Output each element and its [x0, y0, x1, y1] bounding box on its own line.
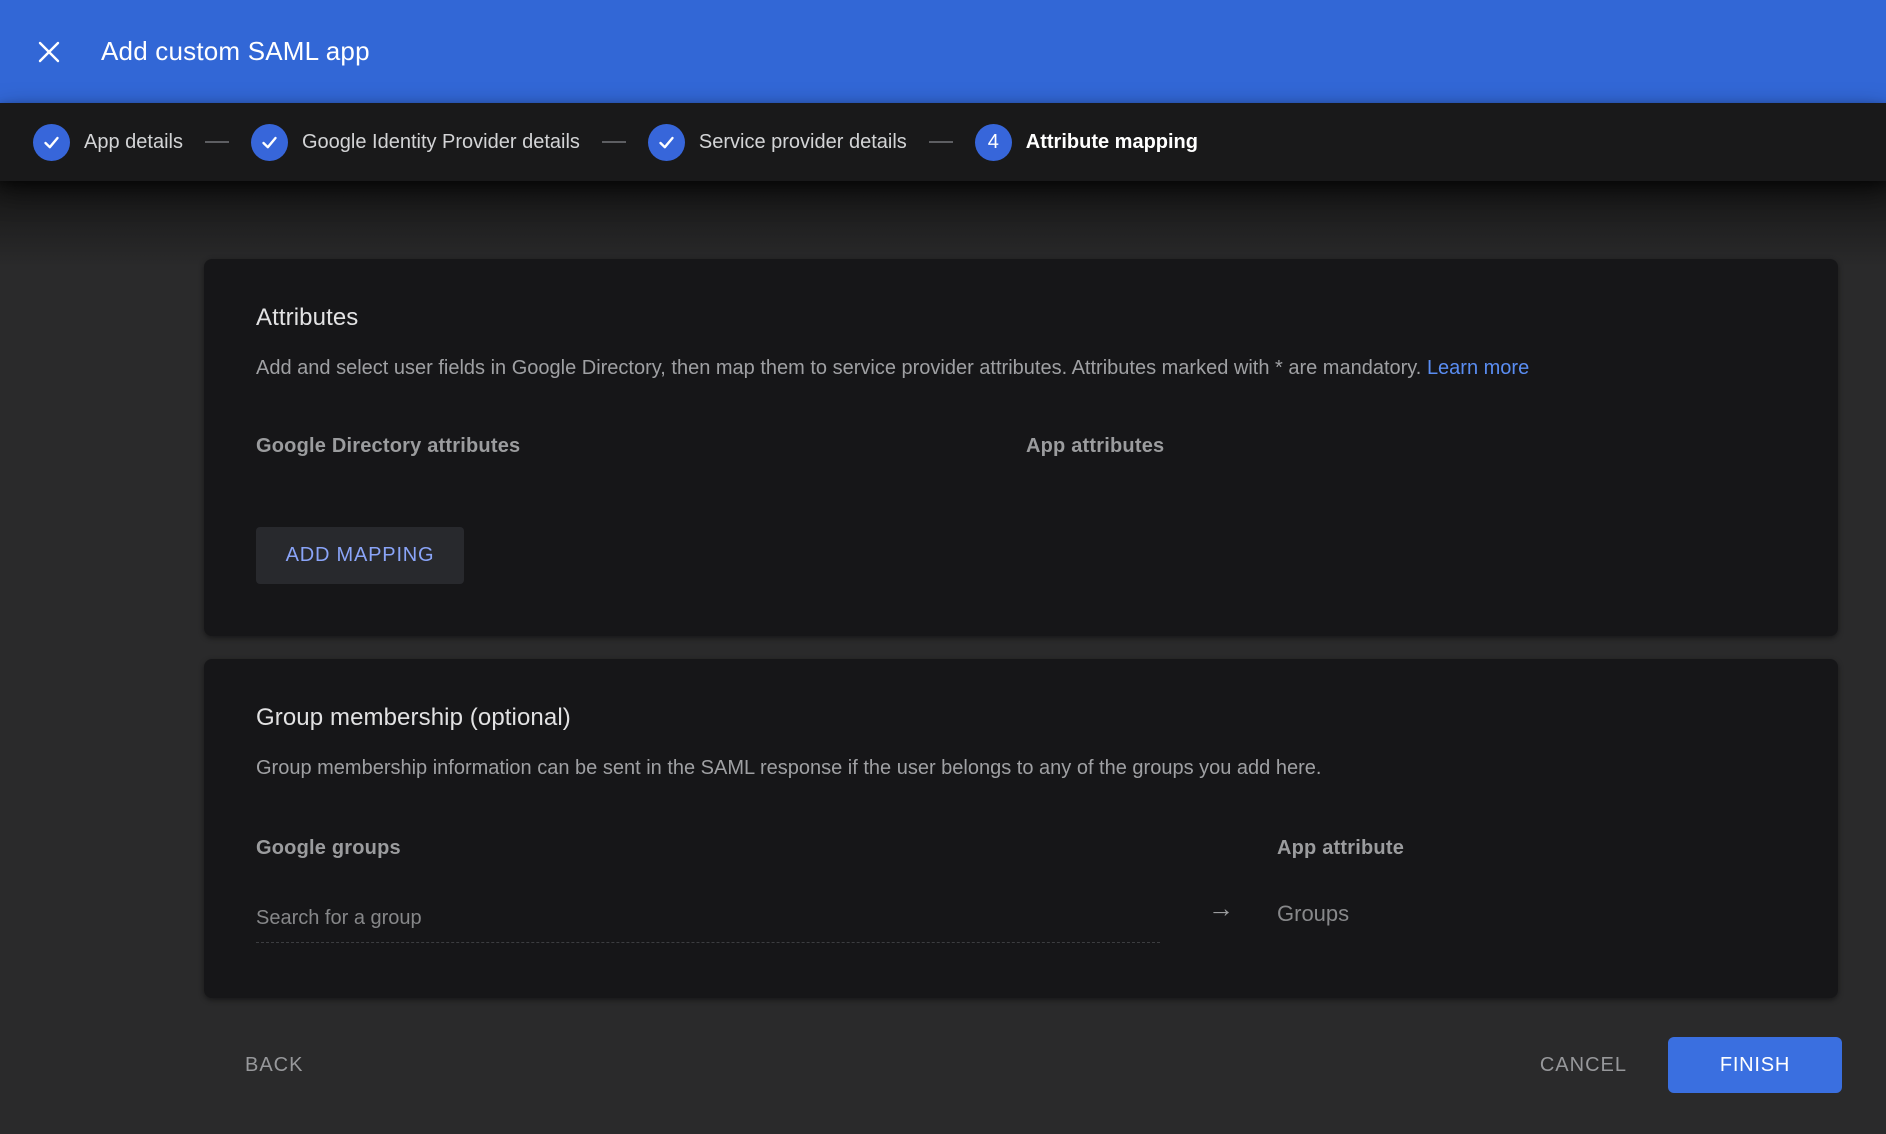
cancel-button[interactable]: CANCEL	[1540, 1054, 1627, 1077]
stepper-step-service-provider-details[interactable]: Service provider details	[648, 124, 907, 161]
app-attribute-input[interactable]	[1277, 901, 1577, 927]
step-label: Service provider details	[699, 131, 907, 154]
attributes-description-text: Add and select user fields in Google Dir…	[256, 357, 1421, 379]
close-icon[interactable]	[36, 39, 62, 65]
wizard-footer: BACK CANCEL FINISH	[0, 1037, 1886, 1093]
attributes-card: Attributes Add and select user fields in…	[204, 259, 1838, 636]
stepper-step-google-idp-details[interactable]: Google Identity Provider details	[251, 124, 580, 161]
back-button[interactable]: BACK	[245, 1054, 303, 1077]
step-number: 4	[988, 131, 999, 154]
step-connector	[602, 141, 626, 143]
group-card-description: Group membership information can be sent…	[256, 755, 1786, 781]
stepper-step-app-details[interactable]: App details	[33, 124, 183, 161]
attributes-column-headers: Google Directory attributes App attribut…	[256, 433, 1786, 459]
step-label: App details	[84, 131, 183, 154]
group-search-input[interactable]	[256, 895, 1160, 943]
step-connector	[205, 141, 229, 143]
step-connector	[929, 141, 953, 143]
titlebar: Add custom SAML app	[0, 0, 1886, 103]
group-membership-card: Group membership (optional) Group member…	[204, 659, 1838, 998]
mapping-arrow-icon: →	[1208, 895, 1234, 921]
step-completed-check-icon	[648, 124, 685, 161]
app-attributes-header: App attributes	[1026, 433, 1164, 459]
step-completed-check-icon	[251, 124, 288, 161]
google-groups-header: Google groups	[256, 837, 401, 859]
learn-more-link[interactable]: Learn more	[1427, 357, 1529, 379]
google-directory-attributes-header: Google Directory attributes	[256, 435, 520, 457]
group-card-title: Group membership (optional)	[256, 704, 1786, 732]
wizard-stepper: App details Google Identity Provider det…	[0, 103, 1886, 181]
add-mapping-button[interactable]: ADD MAPPING	[256, 527, 464, 584]
step-label: Attribute mapping	[1026, 131, 1198, 154]
group-column-headers: Google groups App attribute	[256, 835, 1786, 861]
group-mapping-row: →	[256, 895, 1786, 944]
step-completed-check-icon	[33, 124, 70, 161]
app-attribute-header: App attribute	[1277, 835, 1404, 861]
dialog-title: Add custom SAML app	[101, 36, 370, 67]
wizard-content: Attributes Add and select user fields in…	[0, 181, 1886, 1134]
attributes-card-title: Attributes	[256, 304, 1786, 332]
stepper-step-attribute-mapping[interactable]: 4 Attribute mapping	[975, 124, 1198, 161]
finish-button[interactable]: FINISH	[1668, 1037, 1842, 1093]
attributes-card-description: Add and select user fields in Google Dir…	[256, 355, 1786, 381]
step-label: Google Identity Provider details	[302, 131, 580, 154]
step-number-badge: 4	[975, 124, 1012, 161]
